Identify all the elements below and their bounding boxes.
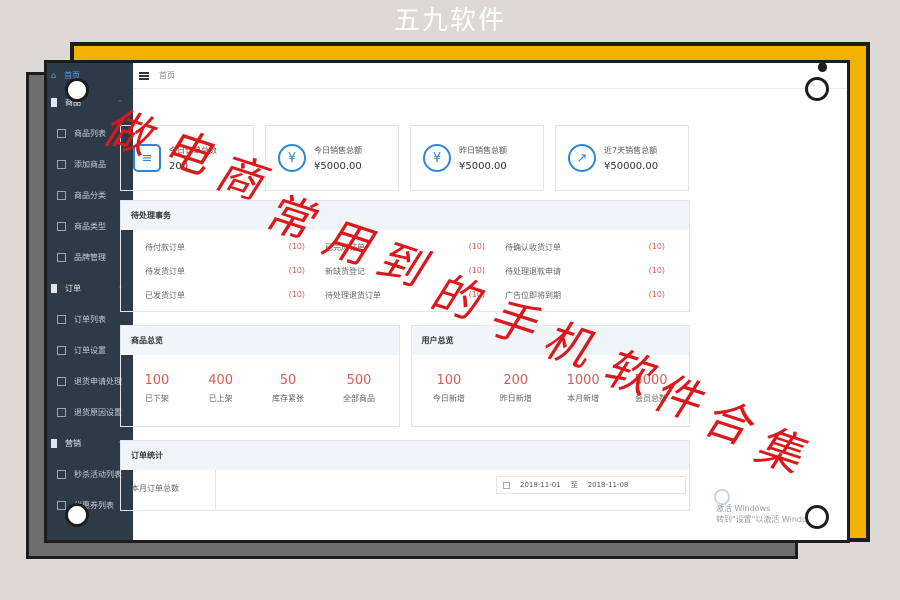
banner-char: 手 — [482, 289, 545, 355]
banner-char: 集 — [749, 417, 813, 484]
banner-char: 的 — [425, 264, 490, 331]
banner-char: 商 — [210, 144, 276, 211]
banner-char: 用 — [317, 209, 381, 276]
banner-char: 件 — [647, 364, 711, 431]
banner-char: 机 — [537, 311, 599, 377]
banner-char: 到 — [370, 231, 436, 298]
banner-char: 合 — [697, 389, 762, 456]
banner-overlay: 做电商常用到的手机 软件合集 — [97, 99, 813, 484]
banner-char: 电 — [157, 119, 219, 185]
banner-char: 做 — [97, 99, 163, 166]
banner-char: 常 — [259, 184, 324, 251]
